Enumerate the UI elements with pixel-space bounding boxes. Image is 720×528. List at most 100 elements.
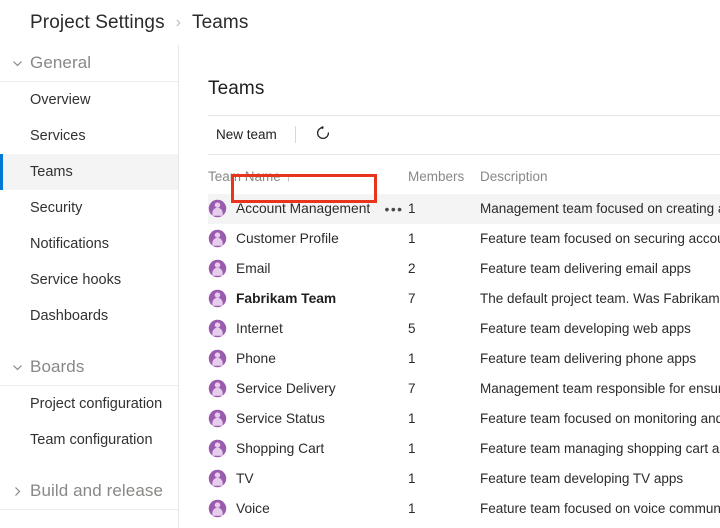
table-row[interactable]: Phone 1 Feature team delivering phone apps [208,344,720,374]
cell-team-name[interactable]: Phone [208,344,408,374]
team-name-label: Service Delivery [236,380,336,396]
cell-members-count: 1 [408,201,416,217]
column-label: Team Name [208,169,281,185]
sidebar-item-dashboards[interactable]: Dashboards [0,298,178,334]
cell-team-name[interactable]: Email [208,254,408,284]
cell-description: Feature team delivering email apps [480,261,691,277]
cell-description: Feature team focused on securing account [480,231,720,247]
table-row[interactable]: Fabrikam Team 7 The default project team. … [208,284,720,314]
cell-description: The default project team. Was Fabrikam F… [480,291,720,307]
cell-team-name[interactable]: Service Delivery [208,374,408,404]
cell-members-count: 1 [408,411,416,427]
table-row[interactable]: Email 2 Feature team delivering email apps [208,254,720,284]
team-avatar-icon [208,259,227,278]
cell-members-count: 7 [408,291,416,307]
cell-description: Management team responsible for ensure [480,381,720,397]
table-row[interactable]: TV 1 Feature team developing TV apps [208,464,720,494]
breadcrumb-project-settings[interactable]: Project Settings [30,12,165,34]
cell-team-name[interactable]: Fabrikam Team [208,284,408,314]
team-name-label: Phone [236,350,276,366]
table-row[interactable]: Shopping Cart 1 Feature team managing shop… [208,434,720,464]
sidebar-item-project-configuration[interactable]: Project configuration [0,386,178,422]
team-name-label: Customer Profile [236,230,339,246]
teams-table: Team Name ↑ Members Description Account … [208,155,720,524]
new-team-button[interactable]: New team [208,121,285,149]
cell-team-name[interactable]: Voice [208,494,408,524]
column-header-description[interactable]: Description [480,168,720,186]
team-avatar-icon [208,289,227,308]
cell-team-name[interactable]: Customer Profile [208,224,408,254]
team-name-label: Service Status [236,410,325,426]
teams-toolbar: New team [208,114,720,155]
breadcrumb: Project Settings › Teams [0,0,720,45]
chevron-right-icon [9,483,25,499]
sidebar-item-label: Services [30,128,86,144]
cell-description: Feature team focused on monitoring and [480,411,720,427]
cell-description: Feature team delivering phone apps [480,351,697,367]
sort-ascending-icon: ↑ [285,169,292,184]
sidebar-item-notifications[interactable]: Notifications [0,226,178,262]
sidebar-group-build-and-release[interactable]: Build and release [0,473,178,510]
cell-team-name[interactable]: Account Management ••• [208,194,408,224]
cell-team-name[interactable]: Internet [208,314,408,344]
table-row[interactable]: Service Delivery 7 Management team respons… [208,374,720,404]
cell-members-count: 2 [408,261,416,277]
team-avatar-icon [208,199,227,218]
team-avatar-icon [208,469,227,488]
cell-team-name[interactable]: Shopping Cart [208,434,408,464]
column-header-members[interactable]: Members [408,168,480,186]
sidebar-item-label: Overview [30,92,91,108]
table-body: Account Management ••• 1 Management team fo… [208,193,720,524]
sidebar-item-team-configuration[interactable]: Team configuration [0,422,178,458]
cell-description: Feature team focused on voice communic [480,501,720,517]
column-label: Description [480,169,548,185]
cell-members-count: 1 [408,231,416,247]
app-root: Project Settings › Teams General Overvie… [0,0,720,528]
toolbar-divider [294,126,296,144]
column-header-team-name[interactable]: Team Name ↑ [208,168,408,186]
cell-description: Feature team developing TV apps [480,471,684,487]
sidebar-item-label: Team configuration [30,432,153,448]
row-context-menu-icon[interactable]: ••• [383,199,405,219]
cell-members-count: 1 [408,501,416,517]
team-name-label: Voice [236,500,270,516]
column-label: Members [408,169,465,185]
team-avatar-icon [208,439,227,458]
cell-members-count: 1 [408,441,416,457]
cell-description: Management team focused on creating and [480,201,720,217]
refresh-button[interactable] [310,122,336,148]
team-avatar-icon [208,499,227,518]
table-row[interactable]: Service Status 1 Feature team focused on m… [208,404,720,434]
page-title: Teams [208,77,265,99]
team-avatar-icon [208,319,227,338]
sidebar-group-label-general: General [30,53,92,72]
table-row[interactable]: Account Management ••• 1 Management team fo… [208,193,720,224]
chevron-down-icon [9,359,25,375]
table-row[interactable]: Voice 1 Feature team focused on voice comm… [208,494,720,524]
table-row[interactable]: Customer Profile 1 Feature team focused on… [208,224,720,254]
sidebar-item-security[interactable]: Security [0,190,178,226]
settings-sidebar: General Overview Services Teams Security… [0,45,179,528]
sidebar-group-label-boards: Boards [30,357,85,376]
table-row[interactable]: Internet 5 Feature team developing web app… [208,314,720,344]
breadcrumb-separator-icon: › [175,13,181,31]
sidebar-item-label: Security [30,200,83,216]
sidebar-item-services[interactable]: Services [0,118,178,154]
cell-team-name[interactable]: Service Status [208,404,408,434]
breadcrumb-teams[interactable]: Teams [192,12,248,34]
team-name-label: Email [236,260,271,276]
team-name-label: Account Management [236,200,371,216]
sidebar-item-teams[interactable]: Teams [0,154,178,190]
sidebar-item-overview[interactable]: Overview [0,82,178,118]
sidebar-group-general[interactable]: General [0,45,178,82]
sidebar-item-service-hooks[interactable]: Service hooks [0,262,178,298]
main-content: Teams New team Team Name ↑ Members Descr… [180,45,720,528]
cell-members-count: 5 [408,321,416,337]
cell-team-name[interactable]: TV [208,464,408,494]
sidebar-item-label: Notifications [30,236,109,252]
chevron-down-icon [9,55,25,71]
sidebar-group-boards[interactable]: Boards [0,349,178,386]
team-avatar-icon [208,409,227,428]
